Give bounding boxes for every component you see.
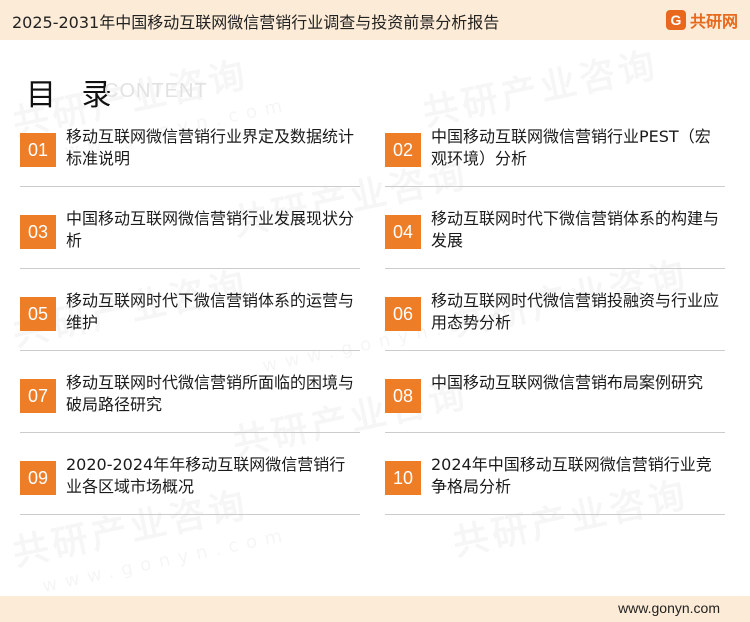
toc-number: 09 <box>20 461 56 495</box>
divider <box>385 350 725 351</box>
toc-label: 2024年中国移动互联网微信营销行业竞争格局分析 <box>431 455 712 496</box>
toc-label: 移动互联网时代下微信营销体系的构建与发展 <box>431 209 720 250</box>
toc-item[interactable]: 02 中国移动互联网微信营销行业PEST（宏观环境）分析 <box>385 126 725 188</box>
toc-item[interactable]: 01 移动互联网微信营销行业界定及数据统计标准说明 <box>20 126 360 188</box>
toc-number: 01 <box>20 133 56 167</box>
toc-label: 2020-2024年年移动互联网微信营销行业各区域市场概况 <box>66 455 346 496</box>
toc-item[interactable]: 03 中国移动互联网微信营销行业发展现状分析 <box>20 208 360 270</box>
toc-number: 04 <box>385 215 421 249</box>
divider <box>20 268 360 269</box>
divider <box>20 432 360 433</box>
watermark-url: www.gonyn.com <box>41 524 292 596</box>
divider <box>385 268 725 269</box>
divider <box>385 432 725 433</box>
toc-number: 03 <box>20 215 56 249</box>
toc-number: 02 <box>385 133 421 167</box>
toc-item[interactable]: 07 移动互联网时代微信营销所面临的困境与破局路径研究 <box>20 372 360 434</box>
toc-item[interactable]: 09 2020-2024年年移动互联网微信营销行业各区域市场概况 <box>20 454 360 516</box>
divider <box>385 514 725 515</box>
divider <box>20 514 360 515</box>
toc-number: 06 <box>385 297 421 331</box>
logo-text: 共研网 <box>689 12 738 31</box>
toc-item[interactable]: 04 移动互联网时代下微信营销体系的构建与发展 <box>385 208 725 270</box>
footer-url[interactable]: www.gonyn.com <box>618 600 720 616</box>
toc-label: 中国移动互联网微信营销行业PEST（宏观环境）分析 <box>431 127 711 168</box>
toc-label: 移动互联网时代微信营销所面临的困境与破局路径研究 <box>66 373 355 414</box>
toc-label: 移动互联网微信营销行业界定及数据统计标准说明 <box>66 127 355 168</box>
watermark-text: 共研产业咨询 <box>417 40 663 136</box>
toc-item[interactable]: 06 移动互联网时代微信营销投融资与行业应用态势分析 <box>385 290 725 352</box>
brand-logo: G 共研网 <box>665 8 738 32</box>
toc-label: 移动互联网时代下微信营销体系的运营与维护 <box>66 291 355 332</box>
gonyn-logo-icon: G <box>665 10 686 30</box>
header-bar: 2025-2031年中国移动互联网微信营销行业调查与投资前景分析报告 G 共研网 <box>0 0 750 40</box>
toc-number: 07 <box>20 379 56 413</box>
toc-item[interactable]: 05 移动互联网时代下微信营销体系的运营与维护 <box>20 290 360 352</box>
toc-label: 中国移动互联网微信营销行业发展现状分析 <box>66 209 355 250</box>
toc-item[interactable]: 08 中国移动互联网微信营销布局案例研究 <box>385 372 725 434</box>
toc-label: 中国移动互联网微信营销布局案例研究 <box>431 373 704 392</box>
toc-item[interactable]: 10 2024年中国移动互联网微信营销行业竞争格局分析 <box>385 454 725 516</box>
divider <box>20 186 360 187</box>
divider <box>20 350 360 351</box>
toc-number: 08 <box>385 379 421 413</box>
toc-subtitle: CONTENT <box>104 80 208 102</box>
toc-number: 05 <box>20 297 56 331</box>
footer-bar: www.gonyn.com <box>0 596 750 622</box>
divider <box>385 186 725 187</box>
toc-number: 10 <box>385 461 421 495</box>
toc-label: 移动互联网时代微信营销投融资与行业应用态势分析 <box>431 291 720 332</box>
report-title: 2025-2031年中国移动互联网微信营销行业调查与投资前景分析报告 <box>12 13 500 32</box>
